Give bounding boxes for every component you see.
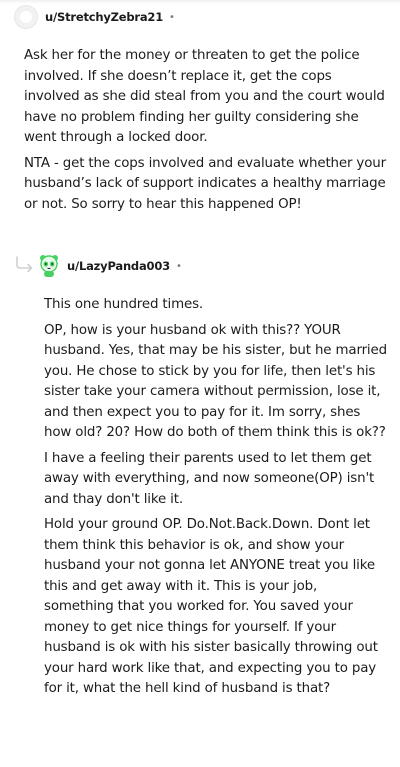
comment-body: This one hundred times. OP, how is your … bbox=[44, 295, 390, 705]
comment-author[interactable]: u/LazyPanda003 bbox=[67, 259, 170, 273]
comment-header: u/StretchyZebra21 • bbox=[14, 3, 175, 31]
default-avatar-icon[interactable] bbox=[14, 5, 38, 29]
reply-arrow-icon bbox=[16, 256, 33, 272]
comment-author[interactable]: u/StretchyZebra21 bbox=[45, 10, 163, 24]
comment-paragraph: I have a feeling their parents used to l… bbox=[44, 450, 375, 507]
green-panda-avatar-icon[interactable] bbox=[38, 254, 60, 278]
separator-dot: • bbox=[169, 11, 175, 23]
comment-paragraph: Ask her for the money or threaten to get… bbox=[24, 48, 385, 145]
comment-body: Ask her for the money or threaten to get… bbox=[24, 46, 388, 220]
comment-paragraph: OP, how is your husband ok with this?? Y… bbox=[44, 322, 387, 441]
comment-paragraph: NTA - get the cops involved and evaluate… bbox=[24, 155, 386, 212]
comment-paragraph: This one hundred times. bbox=[44, 297, 203, 312]
comment-header: u/LazyPanda003 • bbox=[38, 253, 182, 279]
comment-paragraph: Hold your ground OP. Do.Not.Back.Down. D… bbox=[44, 517, 378, 696]
separator-dot: • bbox=[175, 260, 182, 272]
